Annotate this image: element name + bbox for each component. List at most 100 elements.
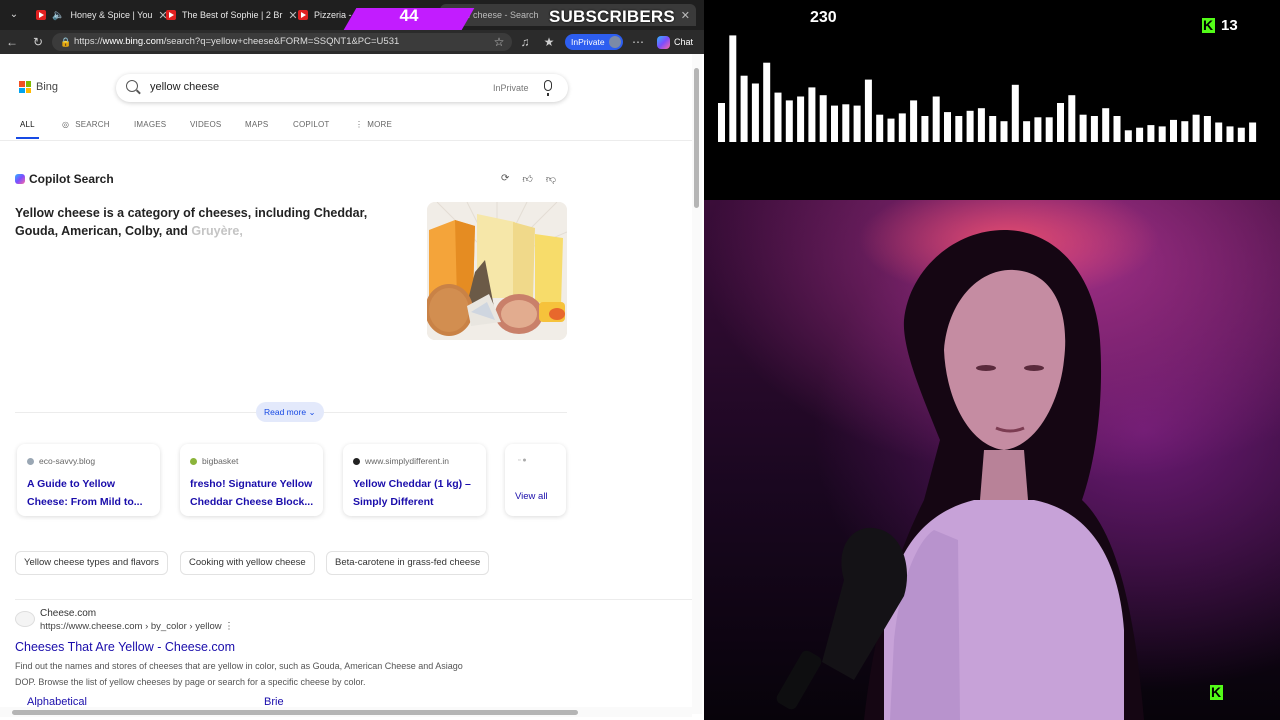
close-tab-icon[interactable]: ✕ <box>681 9 690 22</box>
visualizer-bar <box>831 105 838 142</box>
youtube-icon <box>166 10 176 20</box>
visualizer-bar <box>1011 84 1019 142</box>
visualizer-bar <box>1158 126 1166 142</box>
visualizer-bar <box>763 62 771 143</box>
cheese-image[interactable] <box>427 202 567 340</box>
visualizer-bar <box>1192 114 1200 142</box>
profile-avatar <box>608 36 621 48</box>
bing-logo[interactable]: Bing <box>19 81 58 93</box>
visualizer-bar <box>729 35 737 142</box>
search-scopes: ALL ◎ SEARCH IMAGES VIDEOS MAPS COPILOT ⋮… <box>0 116 580 140</box>
result-url[interactable]: https://www.cheese.com › by_color › yell… <box>40 621 234 632</box>
horizontal-scrollbar[interactable] <box>0 707 692 717</box>
refresh-icon[interactable]: ↻ <box>30 34 46 50</box>
visualizer-bar <box>1000 121 1008 142</box>
view-all-card[interactable]: ▫ ● View all <box>505 444 566 516</box>
related-chip[interactable]: Yellow cheese types and flavors <box>15 551 168 575</box>
favorite-star-icon[interactable]: ☆ <box>491 34 507 50</box>
result-description: Find out the names and stores of cheeses… <box>15 661 463 687</box>
thumbs-up-icon[interactable]: 👍︎ <box>522 173 532 185</box>
browser-window: ⌄ 🔈 Honey & Spice | You ✕ The Best of So… <box>0 0 704 720</box>
source-card[interactable]: eco-savvy.blog A Guide to Yellow Cheese:… <box>17 444 160 516</box>
scrollbar-thumb[interactable] <box>694 68 699 208</box>
scope-all[interactable]: ALL <box>20 120 35 129</box>
more-dots-icon: ⋮ <box>355 120 364 129</box>
read-more-button[interactable]: Read more ⌄ <box>256 402 324 422</box>
speaker-icon[interactable]: 🔈 <box>52 10 64 21</box>
history-icon[interactable]: ⟳ <box>501 173 509 185</box>
scope-videos[interactable]: VIDEOS <box>190 120 221 129</box>
view-all-label: View all <box>515 491 548 502</box>
visualizer-bar <box>1102 108 1110 142</box>
source-domain: eco-savvy.blog <box>27 456 95 466</box>
visualizer-bar <box>887 118 895 142</box>
scope-images[interactable]: IMAGES <box>134 120 166 129</box>
visualizer-bar <box>1113 116 1121 142</box>
visualizer-bar <box>751 83 759 142</box>
visualizer-bar <box>876 114 884 142</box>
back-arrow-icon[interactable]: ← <box>4 34 20 50</box>
read-aloud-icon[interactable]: ♫ <box>517 34 533 50</box>
scope-maps[interactable]: MAPS <box>245 120 268 129</box>
source-card[interactable]: www.simplydifferent.in Yellow Cheddar (1… <box>343 444 486 516</box>
youtube-icon <box>298 10 308 20</box>
vertical-scrollbar[interactable] <box>692 54 702 714</box>
result-title-link[interactable]: Cheeses That Are Yellow - Cheese.com <box>15 640 235 654</box>
source-title: A Guide to Yellow Cheese: From Mild to..… <box>27 478 143 508</box>
scope-more[interactable]: ⋮ MORE <box>355 120 392 129</box>
source-domain-text: www.simplydifferent.in <box>365 456 449 466</box>
feedback-icons: ⟳ 👍︎ 👎︎ <box>501 173 556 185</box>
copilot-icon <box>15 174 25 184</box>
visualizer-bar <box>819 95 827 142</box>
search-icon <box>126 80 138 92</box>
cheese-com-favicon-icon <box>15 611 35 627</box>
visualizer-bar <box>1045 117 1053 142</box>
visualizer-bar <box>910 100 918 142</box>
subscriber-count: 44 <box>399 6 419 25</box>
source-domain: bigbasket <box>190 456 238 466</box>
copilot-icon <box>657 35 670 49</box>
search-box[interactable]: yellow cheese InPrivate <box>116 74 568 102</box>
source-favicons-icon: ▫ ● <box>518 457 527 464</box>
site-favicon <box>353 457 360 465</box>
visualizer-bar <box>1237 127 1245 142</box>
visualizer-bar <box>966 110 974 142</box>
visualizer-bar <box>955 116 963 142</box>
related-chip[interactable]: Beta-carotene in grass-fed cheese <box>326 551 490 575</box>
scope-search[interactable]: ◎ SEARCH <box>62 120 110 129</box>
url-path: /search?q=yellow+cheese&FORM=SSQNT1&PC=U… <box>163 36 400 47</box>
tab-actions-menu-icon[interactable]: ⌄ <box>6 7 22 23</box>
scrollbar-thumb[interactable] <box>12 710 578 715</box>
kick-logo-icon <box>1210 684 1223 700</box>
microphone-icon[interactable] <box>544 80 552 96</box>
answer-text-fading: Gruyère, <box>191 224 243 238</box>
site-favicon <box>27 457 34 465</box>
visualizer-bar <box>864 79 872 142</box>
tab-title: w cheese - Search <box>464 10 539 20</box>
source-title: fresho! Signature Yellow Cheddar Cheese … <box>190 478 314 508</box>
source-card[interactable]: bigbasket fresho! Signature Yellow Chedd… <box>180 444 323 516</box>
address-bar[interactable]: 🔒 https://www.bing.com/search?q=yellow+c… <box>52 33 512 51</box>
thumbs-down-icon[interactable]: 👎︎ <box>546 173 556 185</box>
source-domain-text: bigbasket <box>202 456 239 466</box>
more-options-icon[interactable]: ⋯ <box>630 34 646 50</box>
visualizer-bar <box>977 108 985 142</box>
visualizer-bar <box>989 116 997 142</box>
copilot-chat-button[interactable]: Chat <box>657 34 693 50</box>
scope-copilot[interactable]: COPILOT <box>293 120 330 129</box>
inprivate-label: InPrivate <box>571 37 605 47</box>
related-chip[interactable]: Cooking with yellow cheese <box>180 551 315 575</box>
address-bar-row: ← ↻ 🔒 https://www.bing.com/search?q=yell… <box>0 30 704 54</box>
divider <box>15 599 693 600</box>
scope-search-label: SEARCH <box>75 120 110 129</box>
visualizer-bar <box>898 113 906 142</box>
tab-honey-spice[interactable]: 🔈 Honey & Spice | You ✕ <box>30 4 174 26</box>
visualizer-bar <box>774 92 782 142</box>
tab-best-of-sophie[interactable]: The Best of Sophie | 2 Br ✕ <box>160 4 304 26</box>
visualizer-bar <box>1249 122 1257 142</box>
inprivate-button[interactable]: InPrivate <box>565 34 623 50</box>
visualizer-bar <box>1068 95 1076 142</box>
audio-visualizer <box>718 35 1257 143</box>
favorites-icon[interactable]: ★ <box>541 34 557 50</box>
visualizer-bar <box>1079 114 1087 142</box>
